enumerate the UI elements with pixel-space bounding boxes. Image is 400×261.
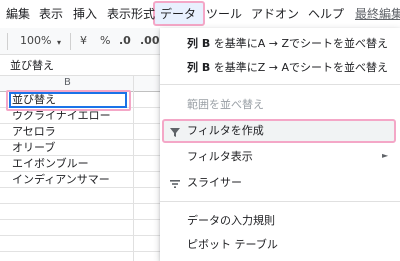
filter-views-label: フィルタ表示 [187, 150, 253, 163]
last-edit-link[interactable]: 最終編集 [355, 7, 400, 21]
cell: エイボンブルー [12, 157, 89, 170]
cell: オリーブ [12, 141, 56, 154]
pivot-table-item[interactable]: ピボット テーブル [160, 233, 400, 257]
cell: ウクライナイエロー [12, 109, 111, 122]
sort-sheet-z-a-label: 列 B を基準にZ → Aでシートを並べ替え [187, 61, 388, 75]
sort-sheet-a-z-label: 列 B を基準にA → Zでシートを並べ替え [187, 37, 388, 51]
menu-data[interactable]: データ [160, 7, 196, 21]
menu-help[interactable]: ヘルプ [308, 7, 344, 21]
slicer-label: スライサー [187, 176, 242, 189]
toolbar-separator [7, 33, 8, 50]
menu-divider [160, 84, 400, 85]
column-header-label: B [64, 77, 71, 88]
spreadsheet-window: 編集 表示 挿入 表示形式 データ ツール アドオン ヘルプ 最終編集 100%… [0, 0, 400, 261]
menu-format[interactable]: 表示形式 [107, 7, 155, 21]
submenu-arrow-icon: ► [382, 151, 389, 160]
cell-highlight [6, 90, 131, 111]
sort-range-label: 範囲を並べ替え [187, 98, 264, 111]
data-validation-item[interactable]: データの入力規則 [160, 209, 400, 233]
menu-edit[interactable]: 編集 [6, 7, 30, 21]
percent-format-button[interactable]: % [100, 34, 110, 48]
toolbar-separator [70, 33, 71, 50]
cell: アセロラ [12, 125, 56, 138]
currency-format-button[interactable]: ¥ [80, 34, 87, 48]
formula-bar-value: 並び替え [10, 59, 54, 72]
pivot-table-label: ピボット テーブル [187, 238, 278, 251]
decrease-decimal-button[interactable]: .0 [119, 34, 131, 48]
menu-divider [160, 201, 400, 202]
filter-views-item[interactable]: フィルタ表示 ► [160, 145, 400, 169]
sort-sheet-a-z[interactable]: 列 B を基準にA → Zでシートを並べ替え [160, 32, 400, 56]
zoom-caret-icon[interactable]: ▾ [57, 36, 61, 50]
sort-range: 範囲を並べ替え [160, 93, 400, 117]
create-filter-label: フィルタを作成 [187, 124, 264, 137]
filter-icon [168, 124, 182, 138]
cell: インディアンサマー [12, 173, 110, 186]
zoom-select[interactable]: 100% [20, 34, 51, 48]
table-row[interactable]: アセロラ [0, 124, 160, 140]
menu-view[interactable]: 表示 [39, 7, 63, 21]
menu-addons[interactable]: アドオン [251, 7, 299, 21]
menu-insert[interactable]: 挿入 [73, 7, 97, 21]
table-row[interactable]: オリーブ [0, 140, 160, 156]
data-menu-dropdown: 列 B を基準にA → Zでシートを並べ替え 列 B を基準にZ → Aでシート… [160, 28, 400, 261]
data-validation-label: データの入力規則 [187, 214, 275, 227]
increase-decimal-button[interactable]: .00 [140, 34, 160, 48]
sort-z-a-text: を基準にZ → Aでシートを並べ替え [210, 61, 388, 74]
table-row[interactable] [0, 236, 160, 252]
menu-tools[interactable]: ツール [206, 7, 242, 21]
table-row[interactable] [0, 204, 160, 220]
slicer-icon [168, 176, 182, 190]
table-row[interactable] [0, 188, 160, 204]
menu-bar: 編集 表示 挿入 表示形式 データ ツール アドオン ヘルプ 最終編集 [0, 0, 400, 28]
table-row[interactable] [0, 220, 160, 236]
table-row[interactable]: エイボンブルー [0, 156, 160, 172]
sort-z-a-column: 列 B [187, 61, 211, 74]
sort-sheet-z-a[interactable]: 列 B を基準にZ → Aでシートを並べ替え [160, 56, 400, 80]
sort-a-z-text: を基準にA → Zでシートを並べ替え [210, 37, 388, 50]
create-filter-item[interactable]: フィルタを作成 [160, 119, 400, 143]
slicer-item[interactable]: スライサー [160, 171, 400, 195]
table-row[interactable]: インディアンサマー [0, 172, 160, 188]
sort-a-z-column: 列 B [187, 37, 211, 50]
